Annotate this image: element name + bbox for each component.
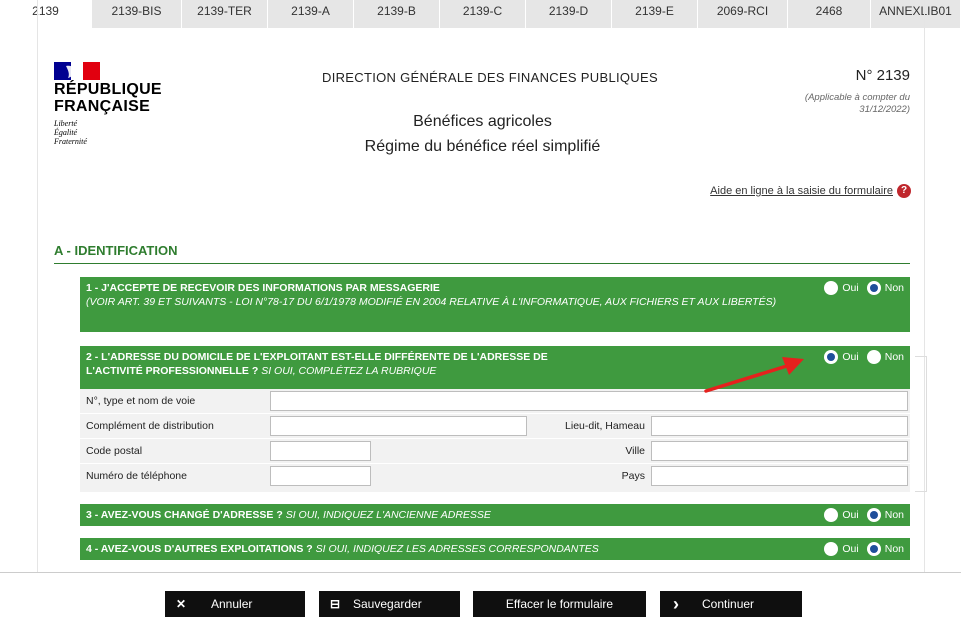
question-3-non-label[interactable]: Non	[885, 509, 904, 521]
clear-form-label: Effacer le formulaire	[505, 597, 614, 611]
question-2-oui-radio[interactable]	[824, 350, 839, 364]
question-3-bar: 3 - AVEZ-VOUS CHANGÉ D'ADRESSE ? SI OUI,…	[80, 504, 910, 526]
logo-title: RÉPUBLIQUE FRANÇAISE	[54, 81, 162, 115]
question-1-bar: 1 - J'ACCEPTE DE RECEVOIR DES INFORMATIO…	[80, 277, 910, 332]
city-label: Ville	[625, 445, 645, 457]
logo-line-2: FRANÇAISE	[54, 98, 151, 115]
lieudit-input[interactable]	[651, 416, 908, 436]
continue-label: Continuer	[702, 597, 755, 611]
question-4-label: 4 - AVEZ-VOUS D'AUTRES EXPLOITATIONS ?	[86, 543, 313, 555]
lieudit-label: Lieu-dit, Hameau	[565, 420, 645, 432]
street-label: N°, type et nom de voie	[86, 395, 196, 407]
subform-bracket	[915, 356, 927, 492]
complement-row: Complément de distribution Lieu-dit, Ham…	[80, 414, 910, 439]
question-3-radios: Oui Non	[824, 508, 904, 522]
question-3-non-radio[interactable]	[866, 508, 881, 522]
section-divider	[54, 263, 910, 264]
save-button[interactable]: ⊟ Sauvegarder	[319, 591, 460, 617]
complement-input[interactable]	[270, 416, 527, 436]
clear-form-button[interactable]: Effacer le formulaire	[473, 591, 646, 617]
question-2-non-label[interactable]: Non	[885, 351, 904, 363]
form-subtitle: Régime du bénéfice réel simplifié	[364, 138, 601, 155]
postal-label: Code postal	[86, 445, 143, 457]
question-4-text: 4 - AVEZ-VOUS D'AUTRES EXPLOITATIONS ? S…	[86, 542, 806, 556]
street-row: N°, type et nom de voie	[80, 389, 910, 414]
question-4-oui-label[interactable]: Oui	[842, 543, 858, 555]
footer-toolbar: ✕ Annuler ⊟ Sauvegarder Effacer le formu…	[0, 572, 961, 630]
help-link[interactable]: Aide en ligne à la saisie du formulaire	[710, 185, 893, 197]
continue-button[interactable]: › Continuer	[660, 591, 802, 617]
country-label: Pays	[621, 470, 645, 482]
question-1-oui-radio[interactable]	[824, 281, 839, 295]
question-3-note: SI OUI, INDIQUEZ L'ANCIENNE ADRESSE	[285, 509, 491, 521]
question-1-text: 1 - J'ACCEPTE DE RECEVOIR DES INFORMATIO…	[86, 281, 806, 309]
chevron-right-icon: ›	[673, 593, 679, 614]
save-icon: ⊟	[329, 597, 341, 611]
question-4-note: SI OUI, INDIQUEZ LES ADRESSES CORRESPOND…	[315, 543, 599, 555]
motto-egalite: Égalité	[54, 128, 78, 137]
form-number: N° 2139	[855, 67, 910, 84]
question-4-bar: 4 - AVEZ-VOUS D'AUTRES EXPLOITATIONS ? S…	[80, 538, 910, 560]
question-2-bar: 2 - L'ADRESSE DU DOMICILE DE L'EXPLOITAN…	[80, 346, 910, 389]
cancel-button[interactable]: ✕ Annuler	[165, 591, 305, 617]
postal-row: Code postal Ville	[80, 439, 910, 464]
postal-input[interactable]	[270, 441, 371, 461]
question-4-non-radio[interactable]	[866, 542, 881, 556]
question-3-label: 3 - AVEZ-VOUS CHANGÉ D'ADRESSE ?	[86, 509, 283, 521]
form-title: Bénéfices agricoles	[413, 113, 552, 130]
question-1-note: (VOIR ART. 39 ET SUIVANTS - LOI N°78-17 …	[86, 296, 777, 308]
logo-line-1: RÉPUBLIQUE	[54, 81, 162, 98]
phone-input[interactable]	[270, 466, 371, 486]
question-4-radios: Oui Non	[824, 542, 904, 556]
logo-motto: Liberté Égalité Fraternité	[54, 119, 87, 146]
address-subform: N°, type et nom de voie Complément de di…	[80, 389, 910, 492]
question-1-radios: Oui Non	[824, 281, 904, 295]
motto-fraternite: Fraternité	[54, 137, 87, 146]
question-2-text: 2 - L'ADRESSE DU DOMICILE DE L'EXPLOITAN…	[86, 350, 606, 378]
help-question-icon[interactable]: ?	[897, 184, 911, 198]
question-2-non-radio[interactable]	[866, 350, 881, 364]
close-icon: ✕	[175, 597, 187, 611]
question-1-label: 1 - J'ACCEPTE DE RECEVOIR DES INFORMATIO…	[86, 282, 440, 294]
street-input[interactable]	[270, 391, 908, 411]
motto-liberte: Liberté	[54, 119, 78, 128]
city-input[interactable]	[651, 441, 908, 461]
phone-row: Numéro de téléphone Pays	[80, 464, 910, 489]
question-4-non-label[interactable]: Non	[885, 543, 904, 555]
complement-label: Complément de distribution	[86, 420, 214, 432]
phone-label: Numéro de téléphone	[86, 470, 187, 482]
question-1-non-radio[interactable]	[866, 281, 881, 295]
question-2-note: SI OUI, COMPLÉTEZ LA RUBRIQUE	[261, 365, 437, 377]
question-2-radios: Oui Non	[824, 350, 904, 364]
question-2-oui-label[interactable]: Oui	[842, 351, 858, 363]
question-1-oui-label[interactable]: Oui	[842, 282, 858, 294]
country-input[interactable]	[651, 466, 908, 486]
marianne-flag-icon	[54, 62, 100, 80]
applicable-date: (Applicable à compter du 31/12/2022)	[804, 92, 910, 115]
question-4-oui-radio[interactable]	[824, 542, 839, 556]
question-3-text: 3 - AVEZ-VOUS CHANGÉ D'ADRESSE ? SI OUI,…	[86, 508, 806, 522]
question-3-oui-radio[interactable]	[824, 508, 839, 522]
save-label: Sauvegarder	[353, 597, 422, 611]
dgfip-heading: DIRECTION GÉNÉRALE DES FINANCES PUBLIQUE…	[322, 70, 658, 85]
question-1-non-label[interactable]: Non	[885, 282, 904, 294]
question-3-oui-label[interactable]: Oui	[842, 509, 858, 521]
cancel-label: Annuler	[211, 597, 253, 611]
help-link-container: Aide en ligne à la saisie du formulaire …	[710, 184, 911, 198]
section-title: A - IDENTIFICATION	[54, 243, 178, 258]
